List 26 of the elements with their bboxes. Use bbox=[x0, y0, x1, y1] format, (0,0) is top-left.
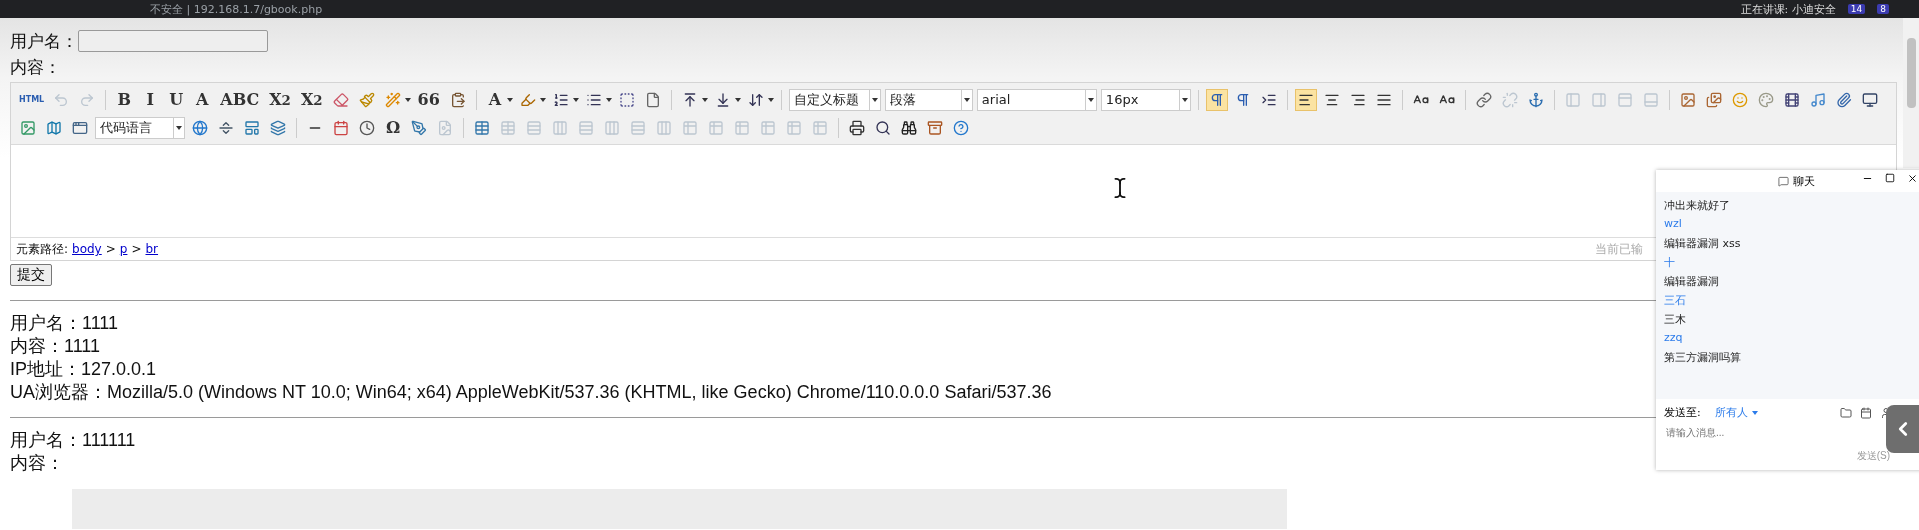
count-badge: 8 bbox=[1877, 4, 1889, 14]
entry-line: 内容： bbox=[10, 452, 64, 474]
field-label: 用户名： bbox=[10, 29, 78, 53]
word-counter: 当前已输 bbox=[1595, 240, 1643, 258]
sender-name: wzl bbox=[1664, 217, 1683, 230]
path-label: 元素路径: bbox=[16, 240, 69, 258]
path-separator: > bbox=[105, 242, 116, 256]
send-to-label: 发送至: bbox=[1664, 405, 1701, 420]
chat-message: 第三方漏洞吗算 bbox=[1664, 350, 1742, 363]
chat-title: 聊天 bbox=[1792, 173, 1815, 189]
sender-name: zzq bbox=[1664, 331, 1684, 344]
entry-line: 用户名：111111 bbox=[10, 429, 136, 451]
chat-message: 编辑器漏洞 xss bbox=[1664, 236, 1742, 249]
chat-message: 编辑器漏洞 bbox=[1664, 274, 1720, 287]
sender-name: 三石 bbox=[1664, 293, 1687, 306]
chat-message: 三木 bbox=[1664, 312, 1687, 325]
entry-line: 内容：1111 bbox=[10, 335, 101, 357]
entry-line: IP地址：127.0.0.1 bbox=[10, 358, 157, 380]
sender-name: 十 bbox=[1664, 255, 1676, 268]
entry-line: 用户名：1111 bbox=[10, 312, 119, 334]
entry-line: UA浏览器：Mozilla/5.0 (Windows NT 10.0; Win64; x64) AppleWebKit/537.36 (KHTML, like Gecko) Chrome/110.0.0.0 Safari/537.36 bbox=[10, 381, 1052, 403]
count-badge: 14 bbox=[1847, 4, 1866, 14]
path-separator: > bbox=[131, 242, 142, 256]
field-label: 内容： bbox=[10, 55, 61, 79]
chat-message: 冲出来就好了 bbox=[1664, 198, 1731, 211]
status-text: 正在讲课: 小迪安全 bbox=[1740, 1, 1836, 17]
